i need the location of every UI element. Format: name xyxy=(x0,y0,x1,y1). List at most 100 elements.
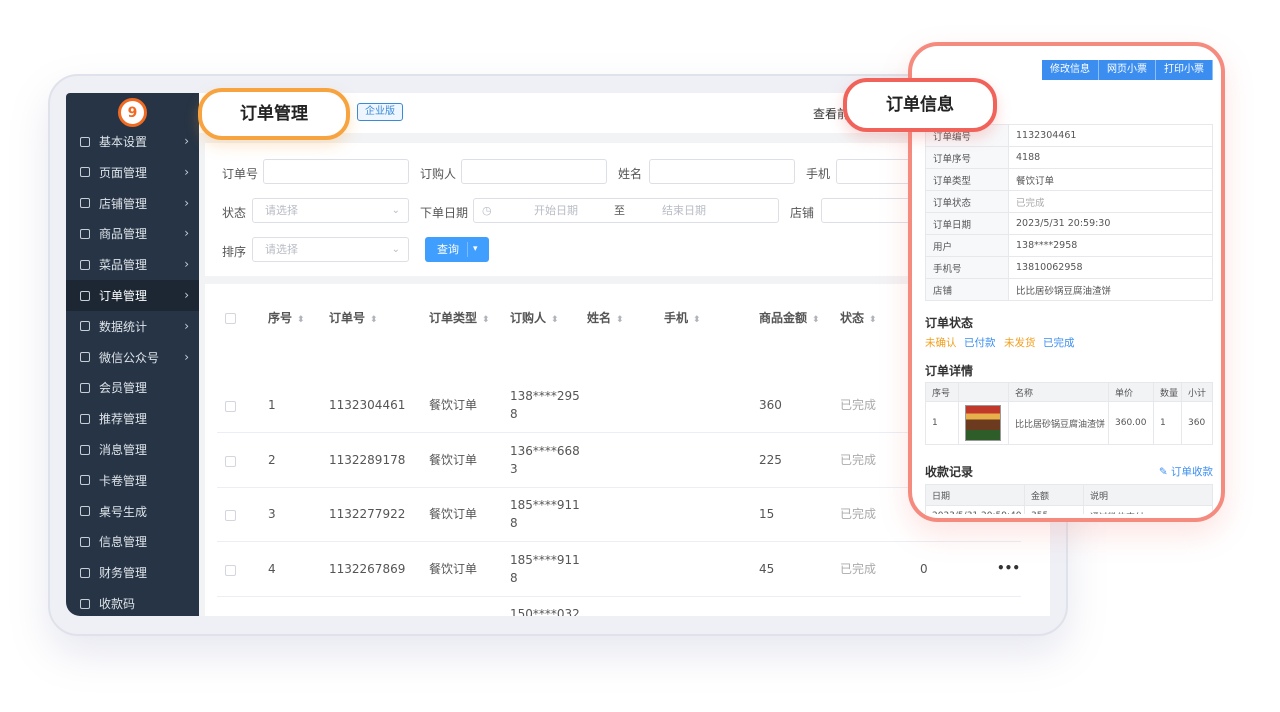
cell-extra: 0 xyxy=(920,615,928,616)
print-receipt-button[interactable]: 打印小票 xyxy=(1156,60,1213,80)
sort-icon[interactable]: ⬍ xyxy=(812,315,820,325)
edition-badge: 企业版 xyxy=(357,103,403,121)
table-row[interactable]: 11132304461餐饮订单138****2958360已完成••• xyxy=(217,379,1021,433)
column-header-label: 订单号 xyxy=(329,311,366,325)
row-checkbox[interactable] xyxy=(225,564,236,576)
chevron-down-icon[interactable]: ▾ xyxy=(473,237,478,262)
records-col-note: 说明 xyxy=(1083,484,1213,506)
info-row: 店铺 比比居砂锅豆腐油渣饼 xyxy=(925,278,1213,301)
sort-icon[interactable]: ⬍ xyxy=(616,315,624,325)
record-amount: 355 xyxy=(1024,505,1084,514)
date-separator: 至 xyxy=(614,204,625,217)
edit-icon: ✎ xyxy=(1158,466,1171,478)
info-row: 订单类型 餐饮订单 xyxy=(925,168,1213,191)
cell-extra: 0 xyxy=(920,561,928,576)
sort-icon[interactable]: ⬍ xyxy=(693,315,701,325)
sidebar-item[interactable]: 信息管理 xyxy=(66,526,199,557)
column-header-label: 序号 xyxy=(268,311,293,325)
sort-icon[interactable]: ⬍ xyxy=(551,315,559,325)
sidebar-item[interactable]: 微信公众号 › xyxy=(66,342,199,373)
column-header[interactable]: 姓名 ⬍ xyxy=(587,309,624,326)
cell-buyer: 150****032 xyxy=(510,607,580,616)
sidebar-item-label: 页面管理 xyxy=(99,165,148,180)
sort-select[interactable]: 请选择 ⌄ xyxy=(252,237,409,262)
table-row[interactable]: 4 1132267869 餐饮订单 185****911 8 45 已完成 0 ••• xyxy=(217,543,1021,597)
more-actions-icon[interactable]: ••• xyxy=(997,561,1020,575)
chevron-right-icon: › xyxy=(184,164,189,179)
sidebar-item[interactable]: 推荐管理 xyxy=(66,403,199,434)
sidebar-item[interactable]: 商品管理 › xyxy=(66,218,199,249)
sidebar-item[interactable]: 会员管理 xyxy=(66,372,199,403)
sidebar-item[interactable]: 菜品管理 › xyxy=(66,249,199,280)
date-range-picker[interactable]: ◷ 开始日期 至 结束日期 xyxy=(473,198,779,223)
sidebar-item[interactable]: 卡卷管理 xyxy=(66,465,199,496)
row-checkbox[interactable] xyxy=(225,510,236,521)
box-icon xyxy=(80,228,90,239)
cell-status: 已完成 xyxy=(840,561,877,576)
name-input[interactable] xyxy=(649,159,795,184)
query-button[interactable]: 查询 ▾ xyxy=(425,237,489,262)
phone-label: 手机 xyxy=(806,167,831,181)
more-actions-icon[interactable]: ••• xyxy=(997,615,1020,616)
chevron-right-icon: › xyxy=(184,134,189,148)
sort-placeholder: 请选择 xyxy=(265,243,298,256)
cell-order-no: 1132289178 xyxy=(329,452,406,467)
chevron-right-icon: › xyxy=(184,349,189,364)
column-header[interactable]: 订单号 ⬍ xyxy=(329,309,378,326)
sidebar-item[interactable]: 桌号生成 xyxy=(66,496,199,527)
member-icon xyxy=(80,382,90,393)
sidebar-item[interactable]: 订单管理 › xyxy=(66,280,199,311)
table-row[interactable]: 21132289178餐饮订单136****6683225已完成••• xyxy=(217,434,1021,488)
chevron-right-icon: › xyxy=(184,288,189,302)
order-no-label: 订单号 xyxy=(222,167,259,181)
record-date: 2023/5/31 20:59:40 xyxy=(925,505,1025,514)
buyer-label: 订购人 xyxy=(420,167,457,181)
column-header[interactable]: 订购人 ⬍ xyxy=(510,309,559,326)
sidebar-item[interactable]: 消息管理 xyxy=(66,434,199,465)
sidebar-item[interactable]: 收款码 xyxy=(66,588,199,616)
date-end: 结束日期 xyxy=(662,204,706,217)
cell-buyer: 185****911 xyxy=(510,498,580,512)
row-checkbox[interactable] xyxy=(225,401,236,412)
detail-col-price: 单价 xyxy=(1108,382,1154,402)
web-receipt-button[interactable]: 网页小票 xyxy=(1099,60,1156,80)
payment-records-table: 日期 金额 说明 2023/5/31 20:59:40 355 通过微信支付 xyxy=(925,484,1213,514)
buyer-input[interactable] xyxy=(461,159,607,184)
sort-icon[interactable]: ⬍ xyxy=(482,315,490,325)
column-header[interactable]: 商品金额 ⬍ xyxy=(759,309,820,326)
sidebar-item[interactable]: 店铺管理 › xyxy=(66,188,199,219)
column-header[interactable]: 手机 ⬍ xyxy=(664,309,701,326)
cell-buyer: 136****668 xyxy=(510,443,580,458)
sort-icon[interactable]: ⬍ xyxy=(869,315,877,325)
gear-icon xyxy=(80,136,90,147)
status-select[interactable]: 请选择 ⌄ xyxy=(252,198,409,223)
sidebar-item[interactable]: 财务管理 xyxy=(66,557,199,588)
status-placeholder: 请选择 xyxy=(265,204,298,217)
column-header[interactable]: 状态 ⬍ xyxy=(840,309,877,326)
row-checkbox[interactable] xyxy=(225,455,236,467)
column-header[interactable]: 序号 ⬍ xyxy=(268,309,305,326)
cell-order-no: 1132267869 xyxy=(329,561,406,576)
cell-type: 餐饮订单 xyxy=(429,398,478,412)
sort-icon[interactable]: ⬍ xyxy=(297,315,305,325)
status-step: 未发货 xyxy=(1004,337,1036,349)
sidebar-item[interactable]: 数据统计 › xyxy=(66,311,199,342)
records-col-date: 日期 xyxy=(925,484,1025,506)
info-value: 138****2958 xyxy=(1008,234,1213,257)
detail-price: 360.00 xyxy=(1108,401,1154,445)
cell-seq: 1 xyxy=(268,398,276,412)
sidebar-item-label: 消息管理 xyxy=(99,443,148,457)
table-row[interactable]: 31132277922餐饮订单185****911815已完成••• xyxy=(217,488,1021,542)
sidebar-item[interactable]: 基本设置 › xyxy=(66,126,199,157)
column-header[interactable]: 订单类型 ⬍ xyxy=(429,309,490,326)
collect-payment-link[interactable]: ✎ 订单收款 xyxy=(1159,464,1213,479)
cell-amount: 45 xyxy=(759,561,775,576)
cell-amount: 15 xyxy=(759,507,775,521)
table-row[interactable]: 51132251845餐饮订单150****0322185已完成0••• xyxy=(217,597,1021,616)
sort-icon[interactable]: ⬍ xyxy=(370,315,378,325)
sidebar-item[interactable]: 页面管理 › xyxy=(66,157,199,188)
select-all-checkbox[interactable] xyxy=(225,313,236,324)
order-no-input[interactable] xyxy=(263,159,409,184)
cell-type: 餐饮订单 xyxy=(429,507,478,521)
edit-info-button[interactable]: 修改信息 xyxy=(1042,60,1099,80)
